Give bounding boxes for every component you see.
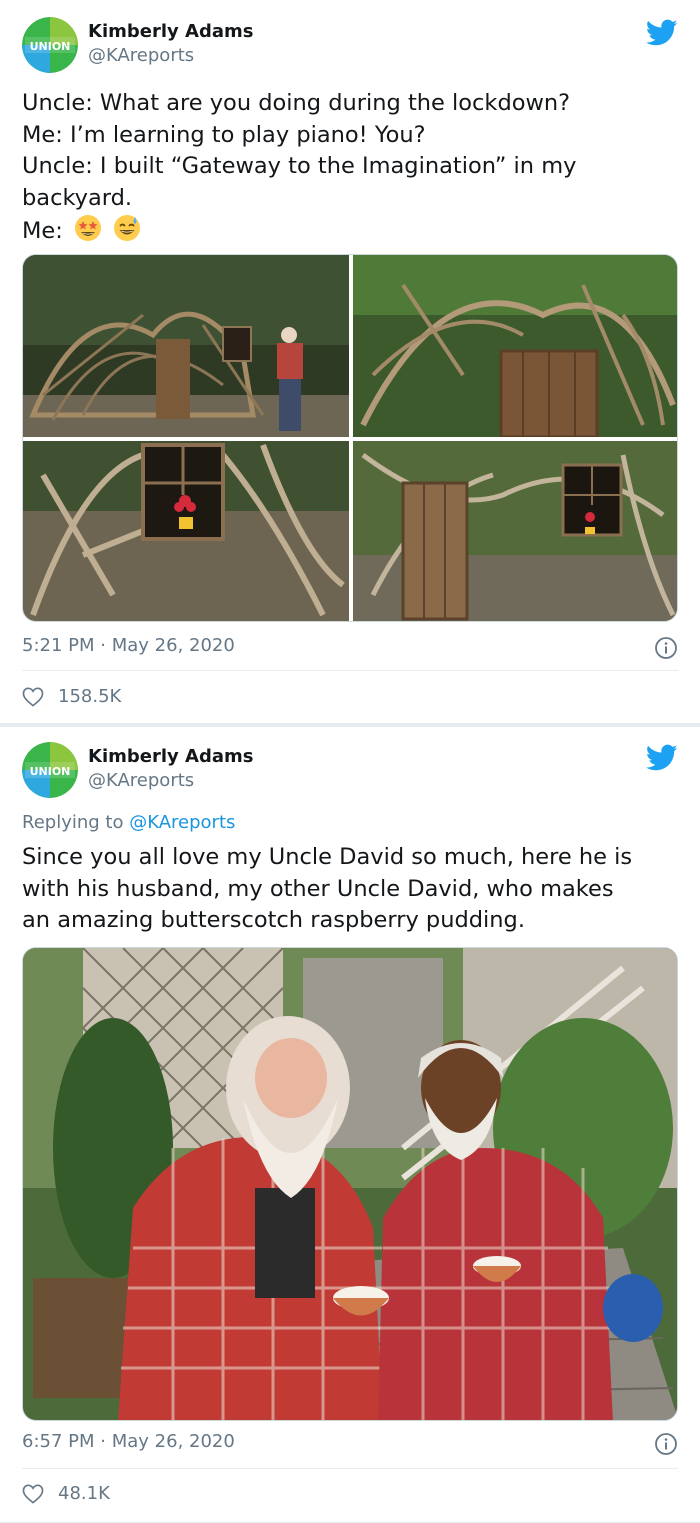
avatar[interactable]: UNION bbox=[22, 742, 78, 798]
heart-icon[interactable] bbox=[22, 687, 44, 707]
svg-text:UNION: UNION bbox=[30, 40, 71, 53]
replying-prefix: Replying to bbox=[22, 812, 124, 833]
star-struck-emoji-icon bbox=[75, 215, 101, 241]
grinning-sweat-emoji-icon bbox=[114, 215, 141, 241]
like-count: 158.5K bbox=[58, 686, 122, 707]
tweet-text-line: Uncle: I built “Gateway to the Imaginati… bbox=[22, 153, 577, 179]
union-logo-icon: UNION bbox=[22, 17, 78, 73]
tweet-timestamp[interactable]: 6:57 PM · May 26, 2020 bbox=[22, 1431, 235, 1452]
tweet-text-line: Since you all love my Uncle David so muc… bbox=[22, 844, 633, 870]
info-icon[interactable] bbox=[654, 1432, 678, 1456]
tweet-date[interactable]: May 26, 2020 bbox=[112, 1431, 235, 1452]
like-count: 48.1K bbox=[58, 1483, 110, 1504]
replying-to: Replying to @KAreports bbox=[22, 812, 235, 833]
author-handle[interactable]: @KAreports bbox=[88, 45, 194, 66]
photo-door-closeup[interactable] bbox=[353, 255, 678, 439]
tweet-time[interactable]: 5:21 PM bbox=[22, 635, 95, 656]
twitter-bird-icon[interactable] bbox=[646, 744, 678, 772]
tweet-card[interactable]: UNION Kimberly Adams @KAreports Replying… bbox=[0, 727, 700, 1523]
tweet-text: Uncle: What are you doing during the loc… bbox=[22, 88, 682, 248]
tweet-card[interactable]: UNION Kimberly Adams @KAreports Uncle: W… bbox=[0, 0, 700, 724]
media-grid[interactable] bbox=[22, 254, 678, 622]
tweet-text-line: an amazing butterscotch raspberry puddin… bbox=[22, 907, 525, 933]
mention-link[interactable]: @KAreports bbox=[129, 812, 235, 833]
heart-icon[interactable] bbox=[22, 1484, 44, 1504]
like-button[interactable]: 48.1K bbox=[22, 1483, 110, 1504]
union-logo-icon: UNION bbox=[22, 742, 78, 798]
divider bbox=[22, 1468, 678, 1469]
tweet-text-line-emoji: Me: bbox=[22, 214, 682, 248]
tweet-text-line: backyard. bbox=[22, 184, 133, 211]
info-icon[interactable] bbox=[654, 636, 678, 660]
photo-window-flower[interactable] bbox=[23, 441, 349, 622]
media-photo[interactable] bbox=[22, 947, 678, 1421]
tweet-text-line: Me: I’m learning to play piano! You? bbox=[22, 121, 426, 148]
photo-two-uncles[interactable] bbox=[23, 948, 678, 1421]
divider bbox=[22, 670, 678, 671]
svg-text:UNION: UNION bbox=[30, 765, 71, 778]
author-handle[interactable]: @KAreports bbox=[88, 770, 194, 791]
tweet-text-line: Uncle: What are you doing during the loc… bbox=[22, 90, 571, 116]
timestamp-separator: · bbox=[100, 1431, 106, 1452]
tweet-text-prefix: Me: bbox=[22, 218, 63, 244]
photo-gateway-with-uncle[interactable] bbox=[23, 255, 349, 437]
author-name[interactable]: Kimberly Adams bbox=[88, 746, 253, 767]
twitter-bird-icon[interactable] bbox=[646, 19, 678, 47]
tweet-time[interactable]: 6:57 PM bbox=[22, 1431, 95, 1452]
author-name[interactable]: Kimberly Adams bbox=[88, 21, 253, 42]
timestamp-separator: · bbox=[100, 635, 106, 656]
avatar[interactable]: UNION bbox=[22, 17, 78, 73]
tweet-text-line: with his husband, my other Uncle David, … bbox=[22, 875, 614, 902]
tweet-text: Since you all love my Uncle David so muc… bbox=[22, 842, 682, 937]
like-button[interactable]: 158.5K bbox=[22, 686, 121, 707]
photo-door-and-window[interactable] bbox=[353, 441, 678, 622]
tweet-date[interactable]: May 26, 2020 bbox=[112, 635, 235, 656]
tweet-timestamp[interactable]: 5:21 PM · May 26, 2020 bbox=[22, 635, 235, 656]
